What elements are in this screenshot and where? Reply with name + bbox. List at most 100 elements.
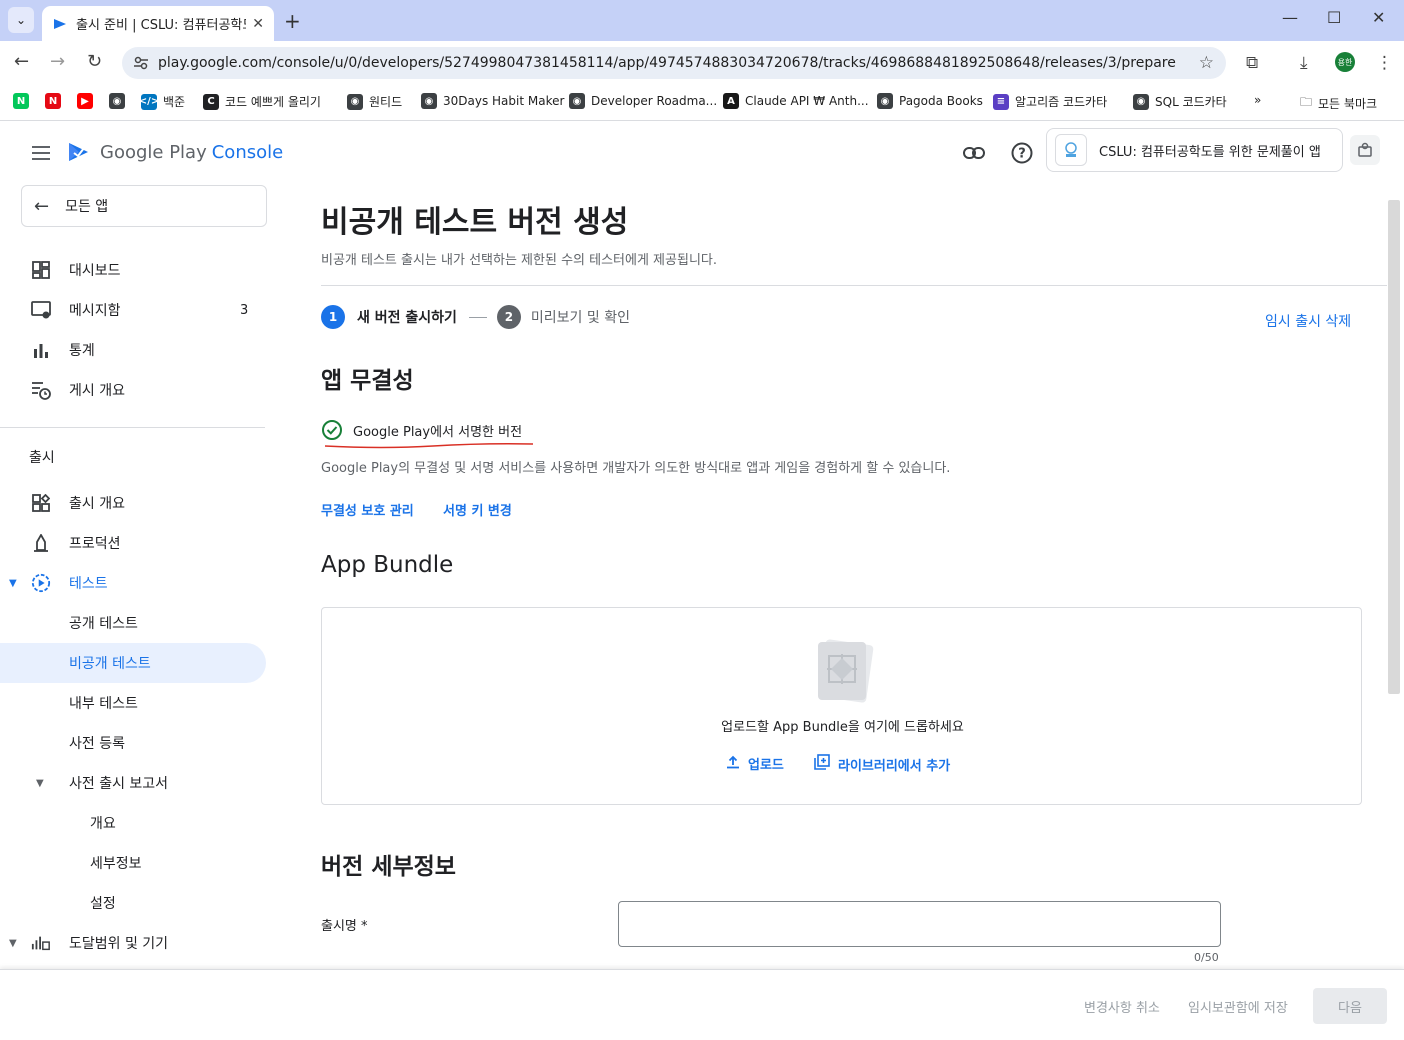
sidebar-item-prelaunch-details[interactable]: 세부정보 [0, 843, 266, 883]
next-button[interactable]: 다음 [1313, 988, 1387, 1024]
naver-icon: N [13, 93, 29, 109]
close-tab-icon[interactable]: ✕ [252, 16, 264, 32]
extensions-icon[interactable]: ⧉ [1246, 53, 1258, 73]
change-signing-key-link[interactable]: 서명 키 변경 [443, 500, 512, 519]
expand-caret-icon: ▼ [9, 937, 17, 949]
bookmark-item[interactable]: ◉ Developer Roadma... [569, 93, 717, 109]
discard-changes-button[interactable]: 변경사항 취소 [1084, 997, 1160, 1016]
bookmark-item[interactable]: </> 백준 [139, 93, 185, 110]
sidebar-item-publishing-overview[interactable]: 게시 개요 [0, 370, 266, 410]
sidebar-item-label: 설정 [90, 896, 116, 912]
new-tab-button[interactable]: + [284, 9, 301, 33]
menu-icon[interactable] [32, 146, 50, 160]
step-2-label[interactable]: 미리보기 및 확인 [531, 307, 630, 327]
bookmark-item[interactable]: ◉ Pagoda Books [877, 93, 983, 109]
bookmark-item[interactable]: ◉ 원티드 [347, 93, 402, 110]
bookmark-item[interactable]: ▶ [77, 93, 99, 109]
sidebar-item-label: 게시 개요 [69, 383, 125, 399]
notion-icon: ≡ [993, 93, 1009, 110]
page-scrollbar[interactable] [1388, 200, 1400, 694]
add-from-library-button[interactable]: 라이브러리에서 추가 [814, 754, 950, 774]
more-bookmarks-button[interactable]: » [1254, 93, 1261, 107]
tab-search-button[interactable]: ⌄ [8, 7, 34, 33]
sidebar-item-pre-launch-report[interactable]: ▼ 사전 출시 보고서 [0, 763, 266, 803]
bookmark-item[interactable]: ◉ [109, 93, 131, 109]
sidebar-item-label: 내부 테스트 [69, 696, 138, 712]
bookmark-label: 원티드 [369, 95, 403, 109]
sidebar-item-production[interactable]: 프로덕션 [0, 523, 266, 563]
bookmark-item[interactable]: C 코드 예쁘게 올리기 [203, 93, 321, 110]
back-icon[interactable]: ← [14, 51, 29, 72]
browser-tab-active[interactable]: 출시 준비 | CSLU: 컴퓨터공학도 ✕ [42, 6, 274, 41]
all-bookmarks-label: 모든 북마크 [1318, 97, 1378, 111]
forward-icon[interactable]: → [50, 51, 65, 72]
bookmark-item[interactable]: A Claude API ₩ Anth... [723, 93, 869, 109]
logo-google-play: Google Play [100, 141, 207, 163]
sidebar-item-release-overview[interactable]: 출시 개요 [0, 483, 266, 523]
integrity-description: Google Play의 무결성 및 서명 서비스를 사용하면 개발자가 의도한… [321, 461, 951, 476]
sidebar-item-open-testing[interactable]: 공개 테스트 [0, 603, 266, 643]
production-icon [31, 533, 51, 553]
manage-integrity-link[interactable]: 무결성 보호 관리 [321, 500, 414, 519]
bookmark-star-icon[interactable]: ☆ [1199, 53, 1214, 73]
sidebar-item-closed-testing[interactable]: 비공개 테스트 [0, 643, 266, 683]
svg-text:?: ? [1018, 147, 1026, 162]
bookmark-label: SQL 코드카타 [1155, 95, 1227, 109]
add-from-library-label: 라이브러리에서 추가 [838, 758, 951, 774]
download-icon[interactable]: ⤓ [1300, 53, 1308, 73]
step-connector [468, 316, 487, 318]
sidebar-item-inbox[interactable]: 메시지함 3 [0, 290, 266, 330]
chevron-down-icon: ⌄ [15, 13, 27, 27]
sidebar-item-testing[interactable]: ▼ 테스트 [0, 563, 266, 603]
sidebar-item-statistics[interactable]: 통계 [0, 330, 266, 370]
sidebar-item-prelaunch-overview[interactable]: 개요 [0, 803, 266, 843]
app-bundle-dropzone[interactable]: 업로드할 App Bundle을 여기에 드롭하세요 업로드 라이브러리에서 추… [321, 607, 1362, 805]
close-window-icon[interactable]: ✕ [1372, 8, 1385, 27]
library-add-icon [814, 754, 830, 774]
sidebar-item-dashboard[interactable]: 대시보드 [0, 250, 266, 290]
help-icon[interactable]: ? [1010, 141, 1034, 165]
maximize-icon[interactable]: ☐ [1327, 8, 1341, 27]
address-bar[interactable]: play.google.com/console/u/0/developers/5… [122, 47, 1226, 79]
sidebar-item-reach-devices[interactable]: ▼ 도달범위 및 기기 [0, 923, 266, 963]
sidebar-item-internal-testing[interactable]: 내부 테스트 [0, 683, 266, 723]
discard-draft-release-button[interactable]: 임시 출시 삭제 [1265, 311, 1351, 331]
release-name-input[interactable] [618, 901, 1221, 947]
bookmark-label: 알고리즘 코드카타 [1015, 95, 1108, 109]
profile-avatar[interactable]: 용한 [1335, 52, 1355, 72]
check-circle-icon [322, 420, 342, 440]
link-icon[interactable] [962, 141, 986, 165]
all-apps-button[interactable]: ← 모든 앱 [21, 185, 267, 227]
reload-icon[interactable]: ↻ [87, 51, 102, 72]
step-1-label[interactable]: 새 버전 출시하기 [357, 307, 457, 327]
bookmarks-bar: N N ▶ ◉ </> 백준 C 코드 예쁘게 올리기 ◉ 원티드 ◉ 30Days Habit Ma… [0, 85, 1404, 121]
play-console-logo[interactable]: Google Play Console [66, 139, 283, 165]
sidebar-item-label: 사전 등록 [69, 736, 125, 752]
logo-console: Console [211, 141, 284, 163]
publishing-overview-icon [31, 380, 51, 400]
bookmark-item[interactable]: ≡ 알고리즘 코드카타 [993, 93, 1107, 110]
play-console-logo-icon [69, 143, 88, 161]
more-menu-icon[interactable]: ⋮ [1376, 53, 1393, 73]
testing-icon [31, 573, 51, 593]
app-integrity-heading: 앱 무결성 [321, 368, 414, 394]
netflix-icon: N [45, 93, 61, 109]
arrow-back-icon: ← [34, 195, 50, 217]
sidebar-item-label: 메시지함 [69, 303, 121, 319]
bookmark-item[interactable]: ◉ 30Days Habit Maker [421, 93, 564, 109]
account-switch-icon[interactable] [1350, 135, 1380, 165]
sidebar-item-prelaunch-settings[interactable]: 설정 [0, 883, 266, 923]
save-draft-button[interactable]: 임시보관함에 저장 [1188, 997, 1288, 1016]
all-bookmarks-button[interactable]: 🗀 모든 북마크 [1300, 93, 1377, 114]
url-text: play.google.com/console/u/0/developers/5… [158, 55, 1176, 71]
inbox-icon [31, 300, 51, 320]
bookmark-item[interactable]: N [45, 93, 67, 109]
bookmark-item[interactable]: N [13, 93, 35, 109]
upload-button[interactable]: 업로드 [726, 754, 784, 773]
sidebar-item-label: 출시 개요 [69, 496, 125, 512]
bookmark-item[interactable]: ◉ SQL 코드카타 [1133, 93, 1227, 110]
sidebar-item-pre-registration[interactable]: 사전 등록 [0, 723, 266, 763]
minimize-icon[interactable]: — [1282, 8, 1298, 27]
app-selector[interactable]: CSLU: 컴퓨터공학도를 위한 문제풀이 앱 [1046, 128, 1343, 172]
site-info-icon[interactable] [132, 54, 150, 72]
